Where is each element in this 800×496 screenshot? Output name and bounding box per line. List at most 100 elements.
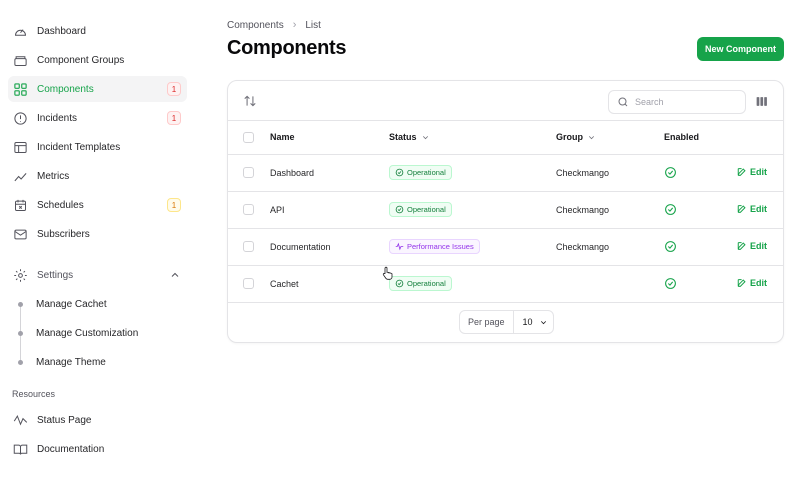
cell-group: Checkmango bbox=[556, 228, 664, 266]
sidebar-item-label: Subscribers bbox=[37, 228, 90, 240]
check-circle-icon bbox=[395, 168, 404, 177]
enabled-check-icon bbox=[665, 167, 676, 178]
edit-button[interactable]: Edit bbox=[737, 278, 767, 288]
sidebar-item-label: Settings bbox=[37, 269, 74, 281]
chevron-up-icon[interactable] bbox=[169, 269, 181, 281]
sidebar-item-status-page[interactable]: Status Page bbox=[8, 407, 187, 433]
breadcrumb-components[interactable]: Components bbox=[227, 20, 284, 31]
group-sort[interactable]: Group bbox=[556, 132, 596, 142]
status-badge: Operational bbox=[389, 276, 452, 291]
dot-icon bbox=[18, 360, 23, 365]
row-select-cell bbox=[228, 191, 270, 229]
sidebar-item-label: Metrics bbox=[37, 170, 70, 182]
chevron-down-icon bbox=[422, 135, 428, 139]
enabled-check-icon bbox=[665, 278, 676, 289]
cell-name: Documentation bbox=[270, 228, 389, 266]
column-label: Group bbox=[556, 132, 583, 143]
row-checkbox[interactable] bbox=[243, 167, 254, 179]
pulse-icon bbox=[395, 242, 404, 251]
sidebar-item-incidents[interactable]: Incidents 1 bbox=[8, 105, 187, 131]
sidebar-item-label: Dashboard bbox=[37, 25, 86, 37]
cell-name: API bbox=[270, 191, 389, 229]
sidebar-item-manage-cachet[interactable]: Manage Cachet bbox=[8, 291, 195, 317]
sidebar-item-settings[interactable]: Settings bbox=[8, 262, 187, 288]
table-row: Documentation Performance Issues Checkmang… bbox=[228, 228, 783, 266]
status-label: Operational bbox=[407, 205, 446, 214]
column-header-status[interactable]: Status bbox=[389, 121, 556, 155]
cell-status: Performance Issues bbox=[389, 228, 556, 266]
search-icon bbox=[618, 97, 628, 107]
edit-icon bbox=[737, 204, 746, 213]
column-header-enabled: Enabled bbox=[664, 121, 734, 155]
row-select-cell bbox=[228, 228, 270, 266]
select-all-checkbox[interactable] bbox=[243, 131, 254, 143]
cell-enabled bbox=[664, 228, 734, 266]
per-page-select[interactable]: 10 bbox=[514, 317, 548, 327]
cell-status: Operational bbox=[389, 191, 556, 229]
edit-icon bbox=[737, 167, 746, 176]
sidebar-item-manage-customization[interactable]: Manage Customization bbox=[8, 320, 195, 346]
cell-enabled bbox=[664, 154, 734, 192]
cell-actions: Edit bbox=[734, 265, 783, 303]
sidebar-item-schedules[interactable]: Schedules 1 bbox=[8, 192, 187, 218]
sidebar-item-metrics[interactable]: Metrics bbox=[8, 163, 187, 189]
cell-status: Operational bbox=[389, 265, 556, 303]
sidebar-item-label: Incident Templates bbox=[37, 141, 121, 153]
cell-enabled bbox=[664, 265, 734, 303]
cell-actions: Edit bbox=[734, 228, 783, 266]
table-row: API Operational Checkmango Edit bbox=[228, 191, 783, 229]
sidebar-item-label: Manage Theme bbox=[36, 356, 106, 368]
check-circle-icon bbox=[395, 205, 404, 214]
row-checkbox[interactable] bbox=[243, 204, 254, 216]
status-label: Operational bbox=[407, 168, 446, 177]
sidebar-item-component-groups[interactable]: Component Groups bbox=[8, 47, 187, 73]
status-badge: Performance Issues bbox=[389, 239, 480, 254]
gauge-icon bbox=[12, 23, 28, 39]
edit-label: Edit bbox=[750, 166, 767, 177]
row-select-cell bbox=[228, 265, 270, 303]
sidebar-item-incident-templates[interactable]: Incident Templates bbox=[8, 134, 187, 160]
cell-actions: Edit bbox=[734, 154, 783, 192]
hand-cursor-icon bbox=[382, 266, 393, 280]
sidebar-item-dashboard[interactable]: Dashboard bbox=[8, 18, 187, 44]
edit-label: Edit bbox=[750, 203, 767, 214]
table-row: Dashboard Operational Checkmango Edit bbox=[228, 154, 783, 192]
components-table: Name Status Group Enabled Dashboard Oper… bbox=[228, 121, 783, 303]
chevron-right-icon: › bbox=[292, 19, 297, 31]
new-component-button[interactable]: New Component bbox=[697, 37, 784, 61]
sidebar-item-label: Schedules bbox=[37, 199, 84, 211]
status-badge: Operational bbox=[389, 165, 452, 180]
columns-icon[interactable] bbox=[755, 95, 768, 108]
edit-button[interactable]: Edit bbox=[737, 241, 767, 251]
mail-icon bbox=[12, 226, 28, 242]
sidebar-item-components[interactable]: Components 1 bbox=[8, 76, 187, 102]
status-sort[interactable]: Status bbox=[389, 132, 430, 142]
table-row: Cachet Operational Edit bbox=[228, 265, 783, 303]
search-input[interactable] bbox=[635, 97, 735, 107]
enabled-check-icon bbox=[665, 241, 676, 252]
cell-group bbox=[556, 265, 664, 303]
row-checkbox[interactable] bbox=[243, 241, 254, 253]
count-badge: 1 bbox=[167, 111, 181, 125]
select-all-cell bbox=[228, 121, 270, 155]
edit-button[interactable]: Edit bbox=[737, 167, 767, 177]
sidebar-item-label: Incidents bbox=[37, 112, 78, 124]
edit-icon bbox=[737, 278, 746, 287]
column-header-group[interactable]: Group bbox=[556, 121, 664, 155]
cell-status: Operational bbox=[389, 154, 556, 192]
sidebar-item-subscribers[interactable]: Subscribers bbox=[8, 221, 187, 247]
row-checkbox[interactable] bbox=[243, 278, 254, 290]
cell-name: Cachet bbox=[270, 265, 389, 303]
edit-button[interactable]: Edit bbox=[737, 204, 767, 214]
settings-submenu: Manage Cachet Manage Customization Manag… bbox=[8, 291, 195, 375]
sidebar-item-manage-theme[interactable]: Manage Theme bbox=[8, 349, 195, 375]
sidebar-item-label: Components bbox=[37, 83, 94, 95]
per-page-value: 10 bbox=[522, 317, 533, 327]
sidebar-item-documentation[interactable]: Documentation bbox=[8, 436, 187, 462]
column-header-name: Name bbox=[270, 121, 389, 155]
cell-group: Checkmango bbox=[556, 154, 664, 192]
edit-label: Edit bbox=[750, 240, 767, 251]
sort-icon[interactable] bbox=[243, 94, 257, 108]
page-title: Components bbox=[227, 37, 347, 59]
